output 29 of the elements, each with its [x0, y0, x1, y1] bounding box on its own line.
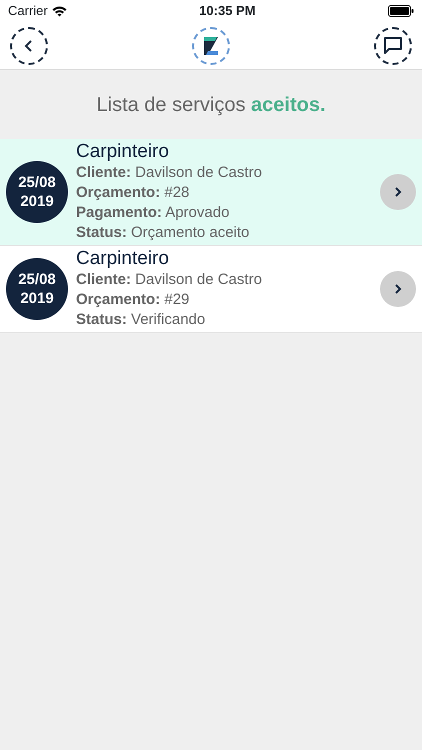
clock-time: 10:35 PM	[199, 2, 256, 20]
back-icon	[24, 38, 34, 52]
detail-line: Orçamento: #28	[76, 183, 190, 203]
list-heading: Lista de serviços aceitos.	[96, 92, 326, 118]
chevron-icon	[394, 283, 402, 295]
detail-line: Cliente: Davilson de Castro	[76, 163, 263, 183]
chat-button[interactable]	[374, 26, 412, 64]
detail-line: Pagamento: Aprovado	[76, 203, 230, 223]
service-row[interactable]: 25/08 2019 Carpinteiro Cliente: Davilson de Castro Orçamento: #28 Pagamento: Aprovado Status: Orçamento aceito	[0, 139, 422, 246]
logo-icon	[202, 34, 220, 56]
chat-icon	[383, 36, 403, 55]
detail-line: Orçamento: #29	[76, 290, 190, 310]
carrier-label: Carrier	[8, 2, 48, 20]
back-button[interactable]	[10, 26, 48, 64]
detail-line: Cliente: Davilson de Castro	[76, 270, 263, 290]
date-day: 25/08	[18, 173, 56, 192]
date-day: 25/08	[18, 270, 56, 289]
detail-line: Status: Orçamento aceito	[76, 223, 250, 243]
date-year: 2019	[20, 192, 54, 211]
service-title: Carpinteiro	[76, 248, 170, 270]
detail-line: Status: Verificando	[76, 310, 206, 330]
date-year: 2019	[20, 289, 54, 308]
battery-icon	[388, 5, 414, 17]
open-button[interactable]	[380, 271, 416, 307]
open-button[interactable]	[380, 174, 416, 210]
service-title: Carpinteiro	[76, 141, 170, 163]
service-row[interactable]: 25/08 2019 Carpinteiro Cliente: Davilson de Castro Orçamento: #29 Status: Verificando	[0, 246, 422, 333]
wifi-icon	[52, 6, 67, 16]
chevron-icon	[394, 186, 402, 198]
